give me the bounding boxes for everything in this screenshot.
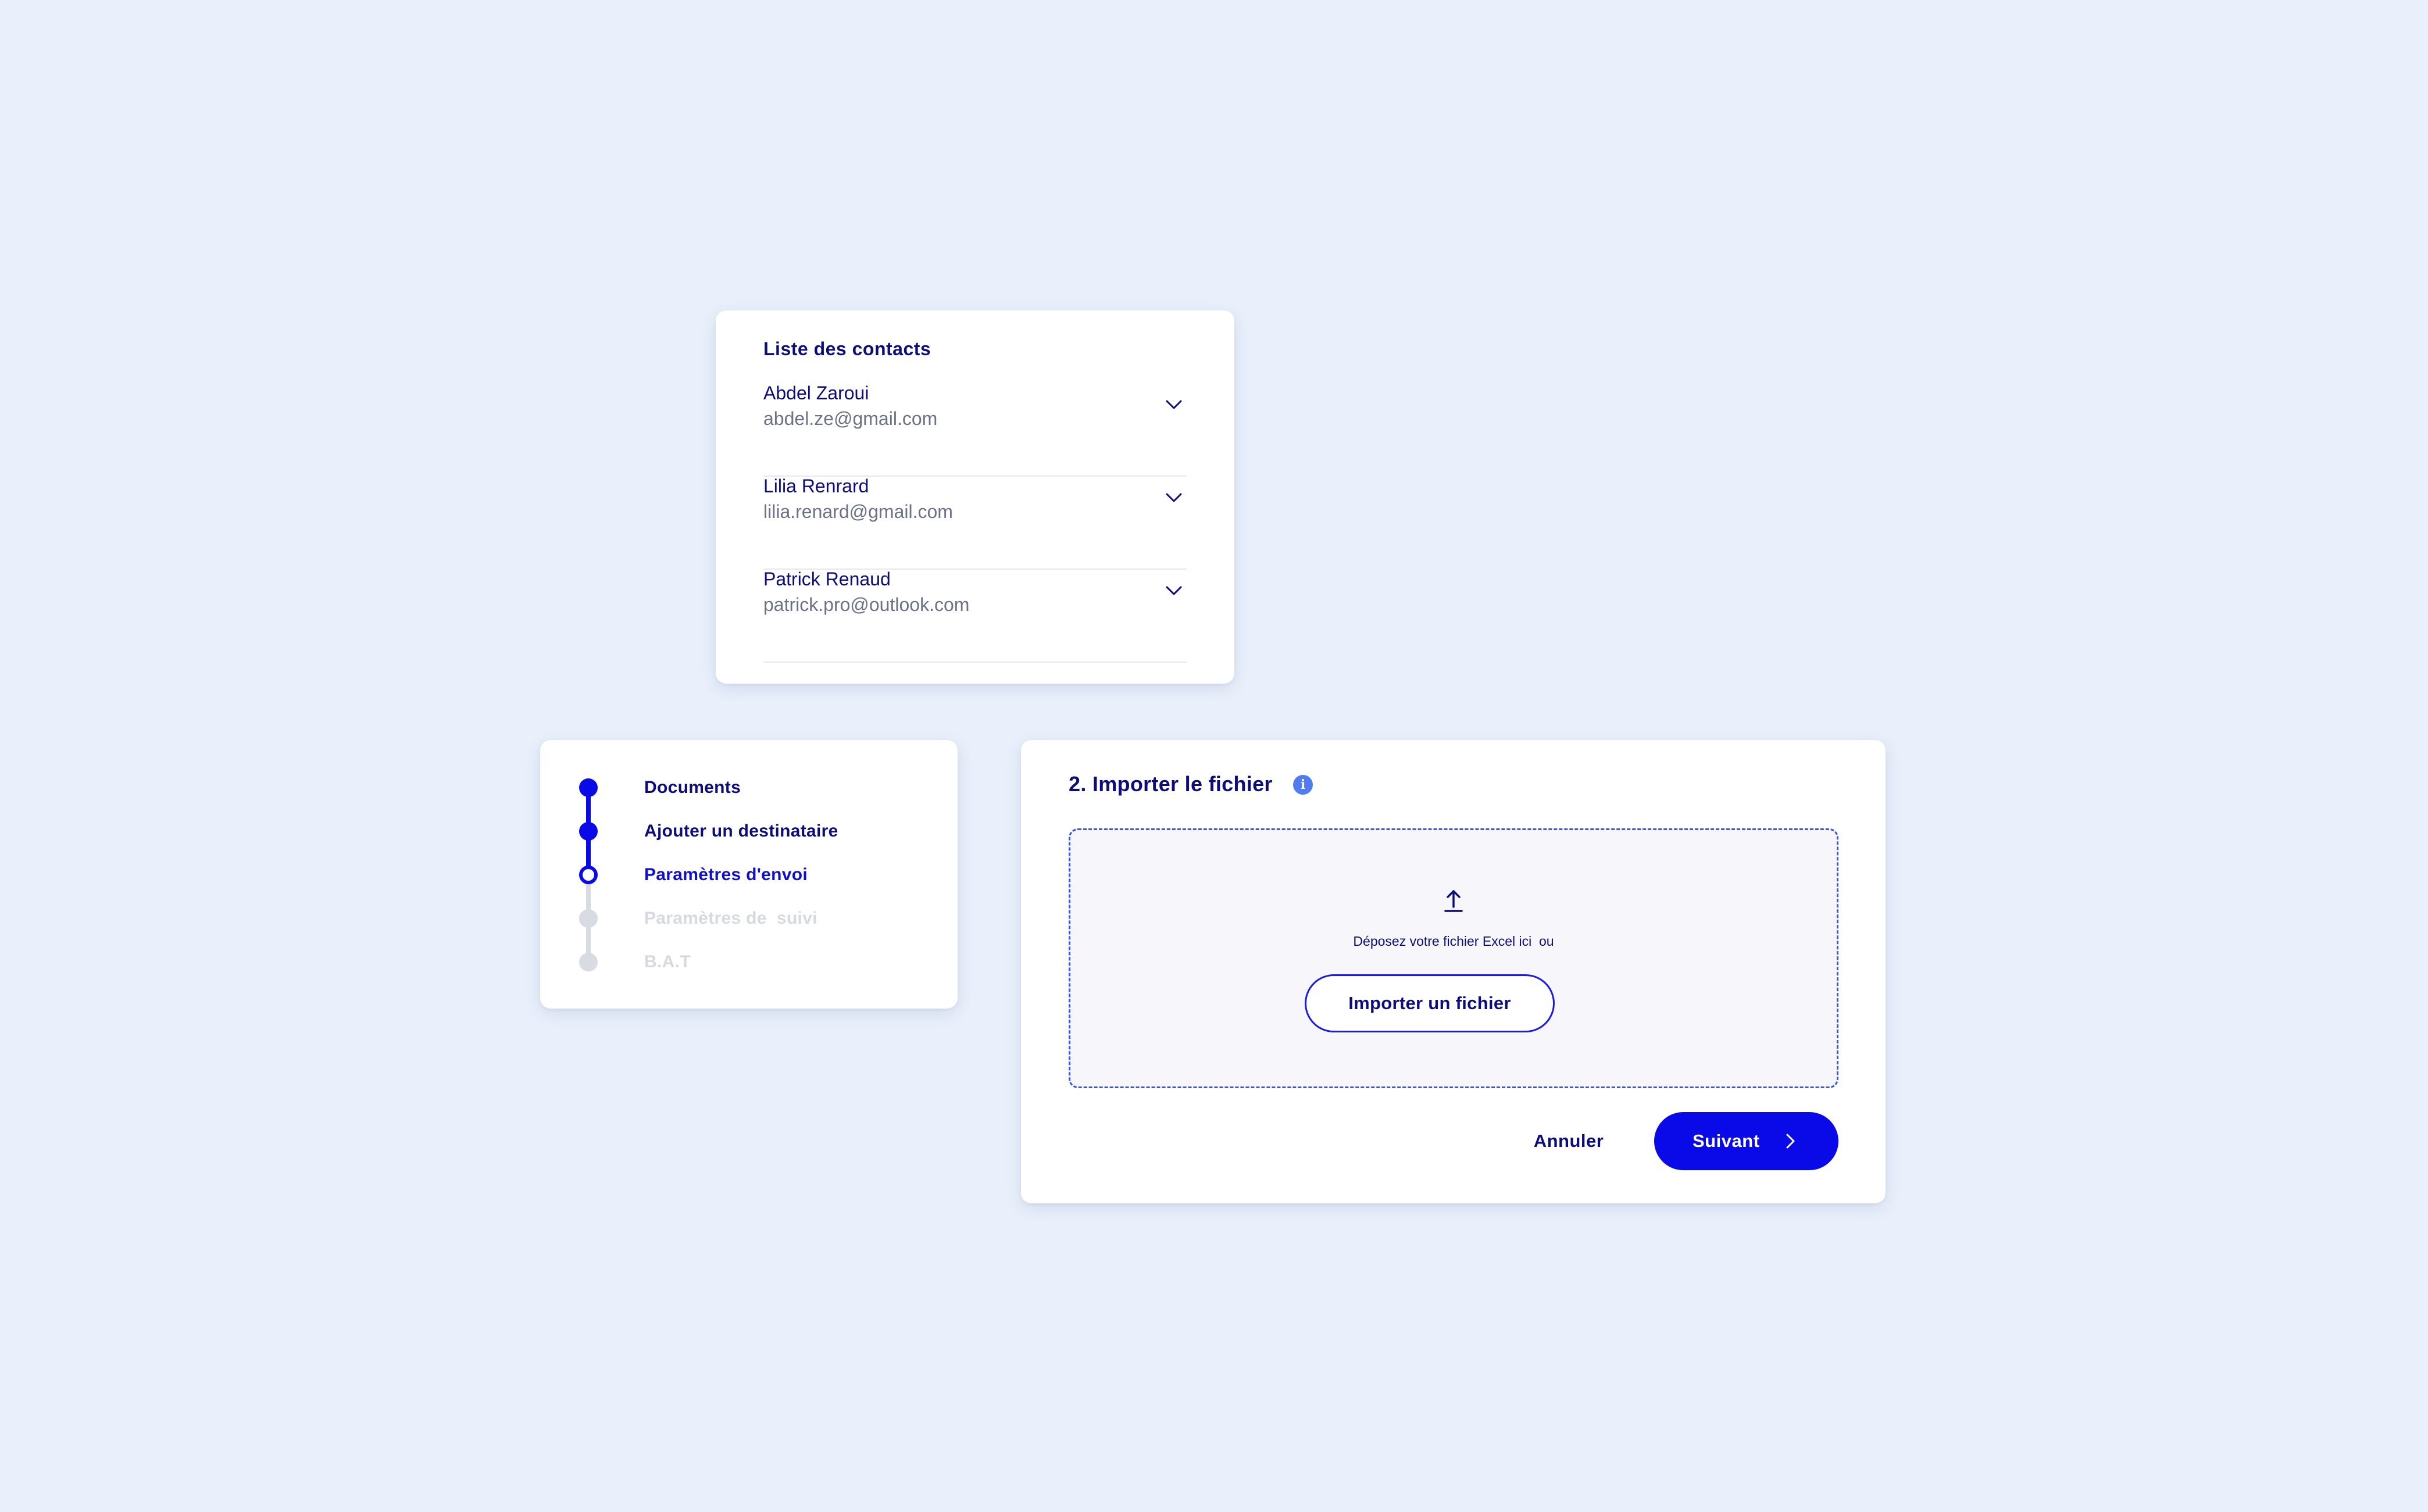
file-dropzone[interactable]: Déposez votre fichier Excel ici ou Impor…: [1069, 828, 1838, 1088]
dropzone-text: Déposez votre fichier Excel ici ou: [1353, 934, 1554, 949]
contact-name: Patrick Renaud: [763, 569, 891, 589]
step-todo-dot: [579, 909, 598, 928]
step-label: Ajouter un destinataire: [644, 821, 838, 841]
contacts-title: Liste des contacts: [763, 338, 931, 359]
info-icon[interactable]: i: [1293, 775, 1313, 795]
contact-email: lilia.renard@gmail.com: [763, 501, 953, 522]
step-label: Paramètres de suivi: [644, 909, 817, 928]
chevron-down-icon[interactable]: [1163, 394, 1184, 415]
contact-name: Abdel Zaroui: [763, 383, 869, 403]
step-done-dot: [579, 778, 598, 797]
contacts-card: Liste des contacts Abdel Zaroui abdel.ze…: [716, 310, 1234, 684]
chevron-right-icon: [1786, 1134, 1795, 1149]
next-button-label: Suivant: [1693, 1131, 1760, 1151]
step-label: B.A.T: [644, 952, 691, 971]
upload-arrow-icon: [1444, 890, 1463, 912]
stepper-card: Documents Ajouter un destinataire Paramè…: [540, 740, 958, 1009]
step-label: Documents: [644, 778, 741, 797]
import-card: 2. Importer le fichier i Déposez votre f…: [1021, 740, 1886, 1203]
step-label: Paramètres d'envoi: [644, 865, 808, 884]
step-current-dot: [579, 866, 598, 884]
chevron-down-icon[interactable]: [1163, 580, 1184, 601]
step-documents[interactable]: Documents: [579, 778, 914, 807]
chevron-down-icon[interactable]: [1163, 487, 1184, 508]
step-done-dot: [579, 822, 598, 841]
step-add-recipient[interactable]: Ajouter un destinataire: [579, 821, 914, 851]
contact-list: Abdel Zaroui abdel.ze@gmail.com Lilia Re…: [763, 384, 1187, 663]
step-bat: B.A.T: [579, 952, 914, 982]
next-button[interactable]: Suivant: [1654, 1112, 1838, 1170]
step-send-settings[interactable]: Paramètres d'envoi: [579, 865, 914, 895]
contact-item-patrick[interactable]: Patrick Renaud patrick.pro@outlook.com: [763, 570, 1187, 663]
import-file-button[interactable]: Importer un fichier: [1305, 974, 1555, 1032]
import-title: 2. Importer le fichier: [1069, 772, 1273, 796]
contact-name: Lilia Renrard: [763, 476, 869, 496]
cancel-button[interactable]: Annuler: [1522, 1129, 1615, 1153]
contact-email: abdel.ze@gmail.com: [763, 408, 938, 429]
step-tracking-settings: Paramètres de suivi: [579, 909, 914, 938]
step-todo-dot: [579, 953, 598, 971]
contact-item-abdel[interactable]: Abdel Zaroui abdel.ze@gmail.com: [763, 384, 1187, 477]
contact-item-lilia[interactable]: Lilia Renrard lilia.renard@gmail.com: [763, 477, 1187, 570]
contact-email: patrick.pro@outlook.com: [763, 594, 970, 615]
